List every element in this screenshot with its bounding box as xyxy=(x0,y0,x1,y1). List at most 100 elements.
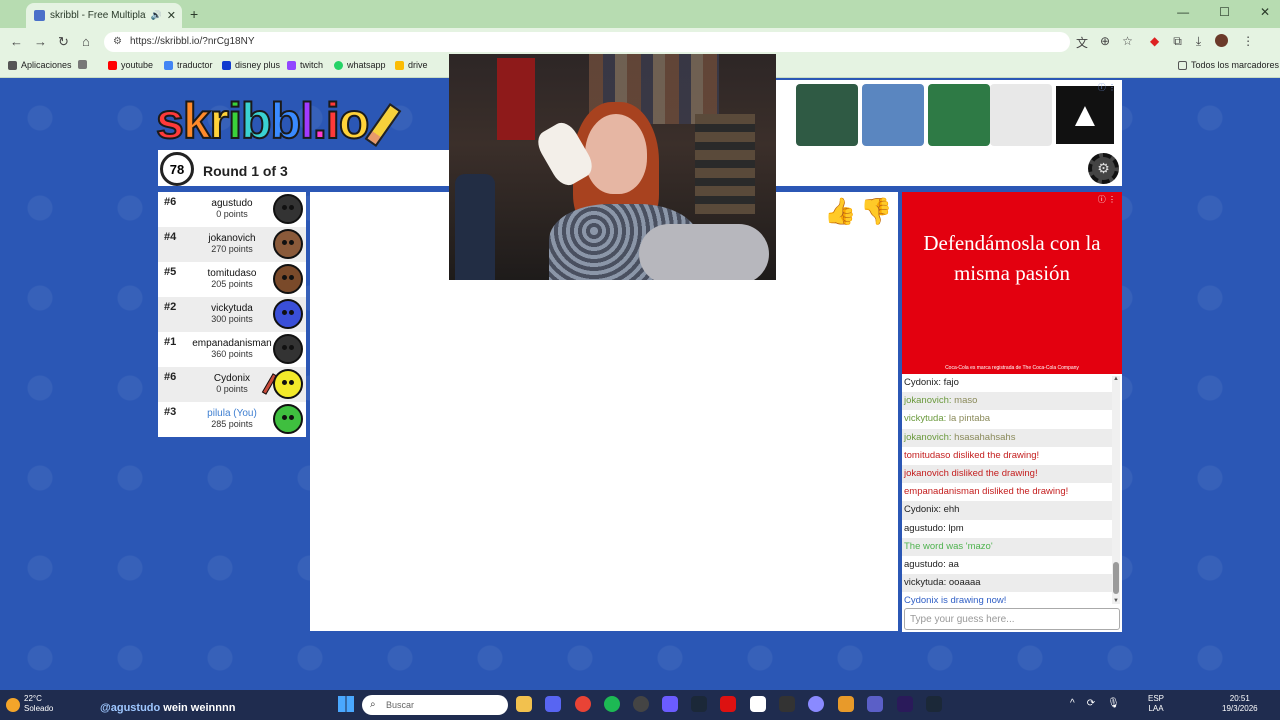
logo-letter: i xyxy=(227,92,243,150)
app-icon[interactable] xyxy=(750,696,766,712)
app-icon[interactable] xyxy=(662,696,678,712)
chat-scrollbar[interactable]: ▲ ▼ xyxy=(1112,376,1120,604)
taskbar-clock[interactable]: 20:51 19/3/2026 xyxy=(1222,694,1258,714)
close-window-button[interactable]: ✕ xyxy=(1260,5,1270,19)
browser-toolbar: ← → ↻ ⌂ ⚙ https://skribbl.io/?nrCg18NY 文… xyxy=(0,28,1280,56)
bookmark-grid[interactable] xyxy=(78,60,87,69)
app-icon[interactable] xyxy=(808,696,824,712)
tab-skribbl[interactable]: skribbl - Free Multiplayer D 🔊 ✕ xyxy=(26,3,182,28)
close-tab-icon[interactable]: ✕ xyxy=(167,9,176,22)
drive-icon xyxy=(395,60,404,70)
back-button[interactable]: ← xyxy=(10,34,23,49)
ad-info-icon[interactable]: ⓘ ⋮ xyxy=(1098,82,1116,93)
ad-product-image[interactable] xyxy=(928,84,990,146)
scroll-up-icon[interactable]: ▲ xyxy=(1112,376,1120,382)
guess-input[interactable] xyxy=(904,608,1120,630)
bookmark-apps[interactable]: Aplicaciones xyxy=(8,60,72,70)
translate-icon[interactable]: 文 xyxy=(1076,34,1088,51)
ad-product-image[interactable] xyxy=(862,84,924,146)
weather-condition: Soleado xyxy=(24,704,54,713)
bookmark-disney[interactable]: disney plus xyxy=(222,60,280,70)
address-bar-actions: 文 ⊕ ☆ xyxy=(1076,34,1133,51)
player-avatar xyxy=(273,404,303,434)
bookmark-youtube[interactable]: youtube xyxy=(108,60,153,70)
menu-icon[interactable]: ⋮ xyxy=(1242,34,1254,49)
taskbar-search[interactable]: ⌕ Buscar xyxy=(362,695,508,715)
logo-text: skribbl.io xyxy=(155,92,371,150)
player-row[interactable]: #4 jokanovich 270 points xyxy=(158,227,306,262)
weather-widget[interactable]: 22°C Soleado xyxy=(24,694,53,714)
chat-message: Cydonix: ehh xyxy=(902,501,1112,520)
discord-icon[interactable] xyxy=(545,696,561,712)
chevron-up-icon[interactable]: ^ xyxy=(1070,698,1075,709)
spotify-icon[interactable] xyxy=(604,696,620,712)
bookmark-whatsapp[interactable]: whatsapp xyxy=(334,60,386,70)
reload-button[interactable]: ↻ xyxy=(58,34,69,50)
download-icon[interactable]: ⤓ xyxy=(1196,34,1201,49)
premiere-icon[interactable] xyxy=(897,696,913,712)
round-indicator: Round 1 of 3 xyxy=(203,163,288,179)
app-icon[interactable] xyxy=(720,696,736,712)
bookmark-traductor[interactable]: traductor xyxy=(164,60,213,70)
minimize-button[interactable]: — xyxy=(1177,5,1189,19)
scroll-down-icon[interactable]: ▼ xyxy=(1112,598,1120,604)
url-text: https://skribbl.io/?nrCg18NY xyxy=(130,36,255,47)
ad-product-image[interactable] xyxy=(796,84,858,146)
file-explorer-icon[interactable] xyxy=(516,696,532,712)
steam-icon[interactable] xyxy=(926,696,942,712)
microphone xyxy=(455,174,495,280)
player-row[interactable]: #6 agustudo 0 points xyxy=(158,192,306,227)
new-tab-button[interactable]: + xyxy=(190,6,198,22)
extensions-puzzle-icon[interactable]: ⧉ xyxy=(1173,34,1182,49)
bookmark-drive[interactable]: drive xyxy=(395,60,428,70)
chat-username: jokanovich: xyxy=(904,395,955,407)
home-button[interactable]: ⌂ xyxy=(82,34,90,49)
bookmark-twitch[interactable]: twitch xyxy=(287,60,323,70)
app-icon[interactable] xyxy=(838,696,854,712)
chat-message: tomitudaso disliked the drawing! xyxy=(904,449,1040,461)
like-thumb-up-icon[interactable]: 👍 xyxy=(824,196,856,227)
player-row[interactable]: #3 pilula (You) 285 points xyxy=(158,402,306,437)
sync-icon[interactable]: ⟳ xyxy=(1087,698,1095,709)
player-points: 360 points xyxy=(211,349,253,359)
player-row[interactable]: #2 vickytuda 300 points xyxy=(158,297,306,332)
zoom-icon[interactable]: ⊕ xyxy=(1100,34,1110,51)
ad-product-image[interactable] xyxy=(990,84,1052,146)
red-banner-ad[interactable]: ⓘ ⋮ Defendámosla con la misma pasión Coc… xyxy=(902,192,1122,374)
window-controls: — ☐ ✕ xyxy=(1177,5,1270,19)
ad-info-icon[interactable]: ⓘ ⋮ xyxy=(1098,194,1116,205)
bookmark-star-icon[interactable]: ☆ xyxy=(1122,34,1133,51)
dislike-thumb-down-icon[interactable]: 👎 xyxy=(860,196,892,227)
forward-button[interactable]: → xyxy=(34,34,47,49)
temperature: 22°C xyxy=(24,694,42,703)
all-bookmarks[interactable]: Todos los marcadores xyxy=(1178,60,1279,70)
language-indicator[interactable]: ESP LAA xyxy=(1148,694,1164,714)
weather-sun-icon[interactable] xyxy=(6,698,20,712)
mic-icon[interactable]: 🎙 xyxy=(1107,698,1120,709)
maximize-button[interactable]: ☐ xyxy=(1219,5,1230,19)
speaker-icon[interactable]: 🔊 xyxy=(151,10,162,21)
extension-icon[interactable]: ◆ xyxy=(1150,34,1159,49)
notion-icon[interactable] xyxy=(779,696,795,712)
windows-start-icon[interactable] xyxy=(338,696,354,712)
player-row[interactable]: #1 empanadanisman 360 points xyxy=(158,332,306,367)
teams-icon[interactable] xyxy=(867,696,883,712)
player-row[interactable]: #6 Cydonix 0 points xyxy=(158,367,306,402)
player-avatar xyxy=(273,194,303,224)
site-info-icon[interactable]: ⚙ xyxy=(113,32,122,52)
tree-icon[interactable]: ▲ xyxy=(1056,86,1114,144)
chat-text: hsasahahsahs xyxy=(954,431,1016,443)
address-bar[interactable]: ⚙ https://skribbl.io/?nrCg18NY xyxy=(104,32,1070,52)
youtube-icon xyxy=(108,60,117,70)
logo-letter: o xyxy=(338,92,371,150)
profile-avatar[interactable] xyxy=(1215,34,1229,47)
product-ad-strip[interactable]: ▲ ⓘ ⋮ xyxy=(776,80,1122,150)
settings-gear-icon[interactable]: ⚙ xyxy=(1088,153,1119,184)
steam-icon[interactable] xyxy=(691,696,707,712)
obs-icon[interactable] xyxy=(633,696,649,712)
chrome-icon[interactable] xyxy=(575,696,591,712)
player-row[interactable]: #5 tomitudaso 205 points xyxy=(158,262,306,297)
scrollbar-thumb[interactable] xyxy=(1113,562,1119,594)
extensions-area: ◆ ⧉ ⤓ ⋮ xyxy=(1150,34,1254,49)
chat-text: ooaaaa xyxy=(948,577,981,589)
